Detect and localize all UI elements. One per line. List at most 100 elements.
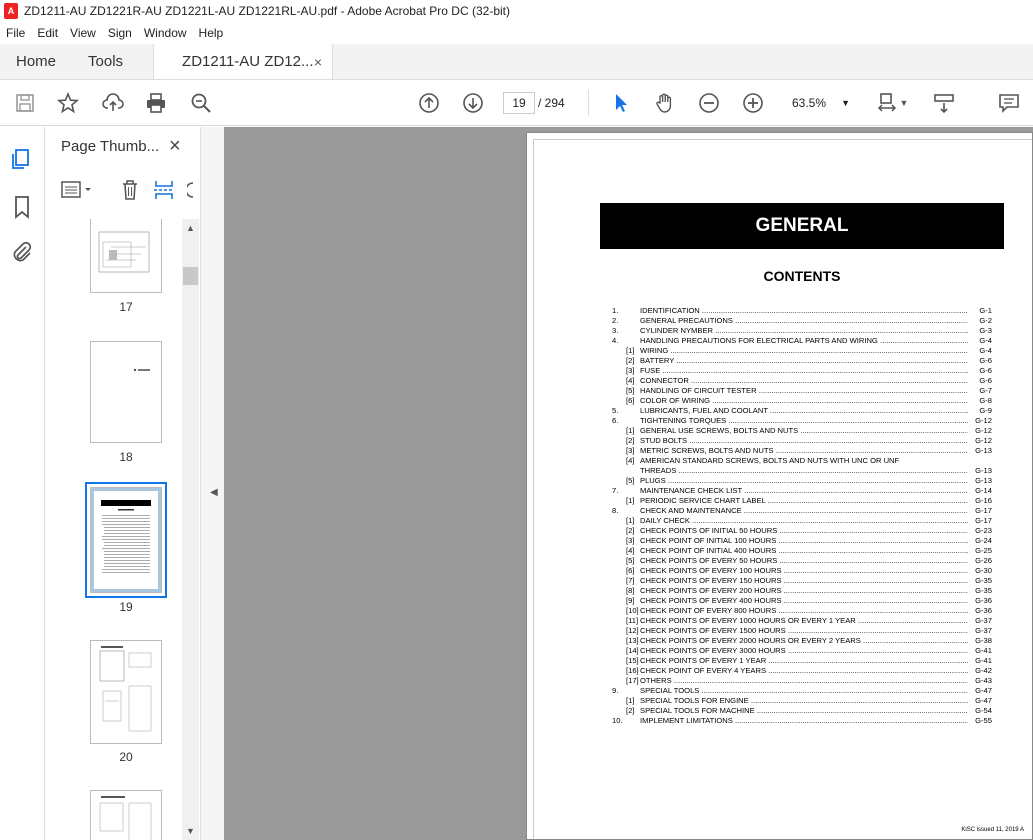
toc-entry[interactable]: 4. HANDLING PRECAUTIONS FOR ELECTRICAL PA…: [612, 336, 992, 346]
attachments-icon[interactable]: [10, 240, 34, 264]
panel-splitter[interactable]: ◀: [200, 127, 224, 840]
toc-entry[interactable]: 5. LUBRICANTS, FUEL AND COOLANT G-9: [612, 406, 992, 416]
toc-entry[interactable]: [12]CHECK POINTS OF EVERY 1500 HOURS G-37: [612, 626, 992, 636]
menu-file[interactable]: File: [0, 26, 31, 40]
thumbnail-page-19[interactable]: [85, 482, 167, 598]
close-tab-icon[interactable]: ×: [314, 54, 322, 70]
thumbnail-page-20[interactable]: [90, 640, 162, 744]
scroll-mode-icon[interactable]: [932, 91, 956, 115]
menu-edit[interactable]: Edit: [31, 26, 64, 40]
toc-entry[interactable]: [4] CONNECTOR G-6: [612, 376, 992, 386]
toc-entry[interactable]: [3] FUSE G-6: [612, 366, 992, 376]
upload-cloud-icon[interactable]: [101, 91, 125, 115]
toc-entry-title: IMPLEMENT LIMITATIONS: [640, 716, 968, 726]
toc-entry[interactable]: [9] CHECK POINTS OF EVERY 400 HOURS G-36: [612, 596, 992, 606]
toc-entry[interactable]: [8] CHECK POINTS OF EVERY 200 HOURS G-35: [612, 586, 992, 596]
page-fit-dropdown-icon[interactable]: ▼: [898, 91, 910, 115]
toc-entry[interactable]: [5] PLUGS G-13: [612, 476, 992, 486]
delete-pages-icon[interactable]: [119, 179, 141, 201]
toc-entry[interactable]: [17]OTHERS G-43: [612, 676, 992, 686]
thumbnail-page-17[interactable]: [90, 219, 162, 293]
toc-entry[interactable]: [3] METRIC SCREWS, BOLTS AND NUTS G-13: [612, 446, 992, 456]
toc-entry[interactable]: [10]CHECK POINT OF EVERY 800 HOURS G-36: [612, 606, 992, 616]
toc-entry[interactable]: 6. TIGHTENING TORQUES G-12: [612, 416, 992, 426]
menu-window[interactable]: Window: [138, 26, 193, 40]
save-icon[interactable]: [13, 91, 37, 115]
scroll-down-icon[interactable]: ▼: [186, 826, 195, 836]
toc-entry[interactable]: 10. IMPLEMENT LIMITATIONS G-55: [612, 716, 992, 726]
menu-view[interactable]: View: [64, 26, 102, 40]
toc-entry[interactable]: [4] CHECK POINT OF INITIAL 400 HOURS G-25: [612, 546, 992, 556]
toc-entry[interactable]: 1. IDENTIFICATION G-1: [612, 306, 992, 316]
toc-entry[interactable]: [1] PERIODIC SERVICE CHART LABEL G-16: [612, 496, 992, 506]
toc-entry[interactable]: [2] CHECK POINTS OF INITIAL 50 HOURS G-23: [612, 526, 992, 536]
page-fit-icon[interactable]: [876, 91, 900, 115]
next-page-icon[interactable]: [461, 91, 485, 115]
toc-entry[interactable]: [2] SPECIAL TOOLS FOR MACHINE G-54: [612, 706, 992, 716]
toc-entry[interactable]: 7. MAINTENANCE CHECK LIST G-14: [612, 486, 992, 496]
zoom-search-icon[interactable]: [189, 91, 213, 115]
toc-entry[interactable]: [1] WIRING G-4: [612, 346, 992, 356]
hand-tool-icon[interactable]: [653, 91, 677, 115]
toc-entry[interactable]: 2. GENERAL PRECAUTIONS G-2: [612, 316, 992, 326]
scroll-up-icon[interactable]: ▲: [186, 223, 195, 233]
toc-entry-page: G-4: [979, 346, 992, 355]
toc-entry[interactable]: [6] COLOR OF WIRING G-8: [612, 396, 992, 406]
toc-entry-number: [612, 696, 626, 706]
document-viewer[interactable]: GENERAL CONTENTS 1. IDENTIFICATION G-1 2. GE…: [224, 127, 1033, 840]
toc-entry-page: G-26: [975, 556, 992, 565]
scrollbar-thumb[interactable]: [183, 267, 198, 285]
toc-entry[interactable]: 3. CYLINDER NYMBER G-3: [612, 326, 992, 336]
toc-entry-number: [612, 526, 626, 536]
toc-entry[interactable]: [2] BATTERY G-6: [612, 356, 992, 366]
extract-pages-icon[interactable]: [153, 179, 175, 201]
tab-home[interactable]: Home: [0, 44, 72, 79]
tab-document[interactable]: ZD1211-AU ZD12... ×: [153, 44, 334, 79]
menu-help[interactable]: Help: [193, 26, 230, 40]
toc-entry[interactable]: [15]CHECK POINTS OF EVERY 1 YEAR G-41: [612, 656, 992, 666]
toc-entry[interactable]: 8. CHECK AND MAINTENANCE G-17: [612, 506, 992, 516]
toc-entry-page: G-13: [975, 466, 992, 475]
comment-icon[interactable]: [997, 91, 1021, 115]
toc-entry[interactable]: THREADS G-13: [612, 466, 992, 476]
page-number-input[interactable]: 19: [503, 92, 535, 114]
thumbnail-page-21[interactable]: [90, 790, 162, 840]
thumbnail-options-icon[interactable]: [61, 179, 95, 201]
rotate-pages-icon[interactable]: [187, 179, 195, 201]
toc-entry[interactable]: [11] CHECK POINTS OF EVERY 1000 HOURS OR …: [612, 616, 992, 626]
bookmarks-icon[interactable]: [10, 195, 34, 219]
page-thumbnails-icon[interactable]: [10, 147, 34, 171]
toc-entry[interactable]: [7] CHECK POINTS OF EVERY 150 HOURS G-35: [612, 576, 992, 586]
toc-entry[interactable]: [1] DAILY CHECK G-17: [612, 516, 992, 526]
toc-entry[interactable]: [5] HANDLING OF CIRCUIT TESTER G-7: [612, 386, 992, 396]
toc-entry[interactable]: [5] CHECK POINTS OF EVERY 50 HOURS G-26: [612, 556, 992, 566]
thumbnail-page-18[interactable]: [90, 341, 162, 443]
toc-entry-number: [612, 586, 626, 596]
zoom-level-select[interactable]: 63.5% ▼: [786, 92, 856, 114]
thumbnail-scrollbar[interactable]: ▲ ▼: [182, 219, 199, 840]
toc-entry[interactable]: [1] SPECIAL TOOLS FOR ENGINE G-47: [612, 696, 992, 706]
tab-tools[interactable]: Tools: [72, 44, 139, 79]
toc-entry[interactable]: [2] STUD BOLTS G-12: [612, 436, 992, 446]
toc-entry[interactable]: [6] CHECK POINTS OF EVERY 100 HOURS G-30: [612, 566, 992, 576]
toc-entry-subnumber: [626, 406, 640, 416]
close-panel-icon[interactable]: ×: [169, 135, 181, 158]
bookmark-star-icon[interactable]: [56, 91, 80, 115]
toc-entry[interactable]: [16]CHECK POINT OF EVERY 4 YEARS G-42: [612, 666, 992, 676]
toc-entry-page: G-37: [975, 626, 992, 635]
menu-sign[interactable]: Sign: [102, 26, 138, 40]
collapse-panel-icon[interactable]: ◀: [210, 487, 218, 498]
previous-page-icon[interactable]: [417, 91, 441, 115]
toc-entry[interactable]: [4] AMERICAN STANDARD SCREWS, BOLTS AND N…: [612, 456, 992, 466]
toc-entry[interactable]: 9. SPECIAL TOOLS G-47: [612, 686, 992, 696]
zoom-out-icon[interactable]: [697, 91, 721, 115]
toc-entry-title: CHECK POINTS OF EVERY 2000 HOURS OR EVER…: [640, 636, 968, 646]
zoom-in-icon[interactable]: [741, 91, 765, 115]
print-icon[interactable]: [144, 91, 168, 115]
toc-entry[interactable]: [14]CHECK POINTS OF EVERY 3000 HOURS G-41: [612, 646, 992, 656]
select-cursor-icon[interactable]: [609, 91, 633, 115]
toc-entry[interactable]: [3] CHECK POINT OF INITIAL 100 HOURS G-24: [612, 536, 992, 546]
toc-entry[interactable]: [13] CHECK POINTS OF EVERY 2000 HOURS OR …: [612, 636, 992, 646]
toc-entry[interactable]: [1] GENERAL USE SCREWS, BOLTS AND NUTS G-1…: [612, 426, 992, 436]
toc-entry-title: GENERAL USE SCREWS, BOLTS AND NUTS: [640, 426, 968, 436]
